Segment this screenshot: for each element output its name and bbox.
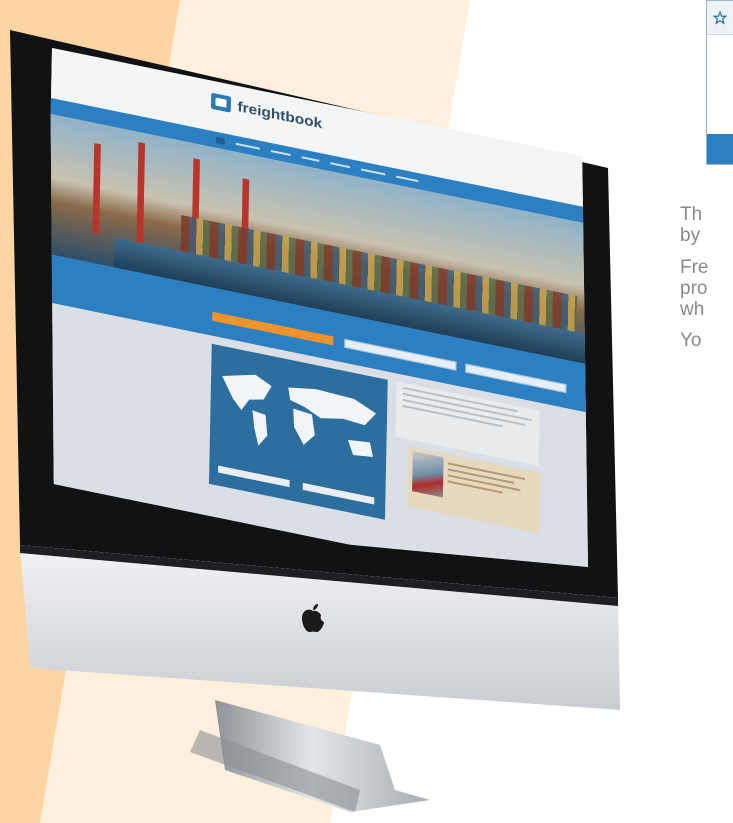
promo-image [412,451,444,498]
nav-item[interactable] [361,168,386,176]
nav-item[interactable] [235,142,260,150]
book-icon [210,92,232,113]
search-keyword-input[interactable] [465,363,567,394]
apple-logo-icon [302,604,324,633]
crane [92,143,101,235]
map-keyword-input[interactable] [302,482,375,505]
crane [136,142,146,244]
site-logo[interactable]: freightbook [210,92,323,132]
nav-item[interactable] [396,175,419,183]
site-logo-text: freightbook [237,98,323,132]
nav-item[interactable] [330,162,351,169]
nav-item[interactable] [301,156,320,162]
map-search-input[interactable] [218,465,290,488]
world-map[interactable] [208,343,388,520]
nav-item-active[interactable] [215,136,225,145]
nav-item[interactable] [270,150,291,157]
